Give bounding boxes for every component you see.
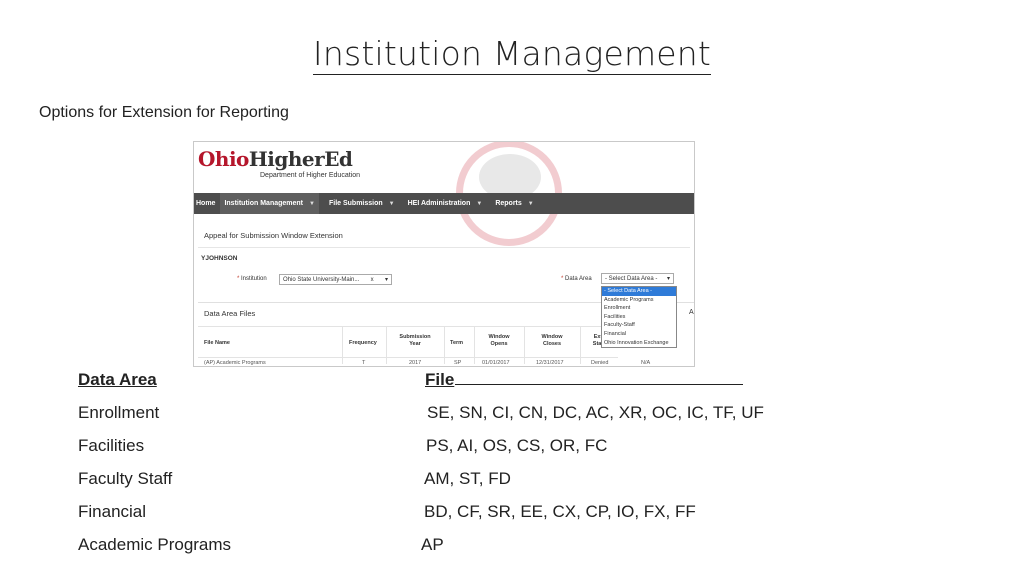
slide-subtitle: Options for Extension for Reporting	[39, 104, 289, 121]
header-file: File	[425, 370, 744, 390]
row-area: Enrollment	[78, 403, 160, 422]
column-divider	[342, 326, 343, 364]
row-area: Facilities	[78, 436, 145, 455]
dropdown-option[interactable]: Facilities	[602, 313, 676, 322]
th-window-opens[interactable]: Window Opens	[480, 334, 518, 348]
td-na: N/A	[641, 360, 651, 366]
nav-reports[interactable]: Reports ▼	[495, 200, 533, 207]
dropdown-option[interactable]: Financial	[602, 330, 676, 339]
row-files: PS, AI, OS, CS, OR, FC	[426, 436, 608, 455]
institution-select[interactable]: Ohio State University-Main... x ▾	[279, 274, 392, 285]
data-area-label: * Data Area	[561, 276, 592, 282]
header-file-rule	[455, 384, 744, 385]
files-title: Data Area Files	[204, 309, 256, 318]
td-year: 2017	[409, 360, 422, 366]
column-divider	[524, 326, 525, 364]
td-file-name: (AP) Academic Programs	[204, 360, 266, 366]
dropdown-option[interactable]: Ohio Innovation Exchange	[602, 339, 676, 348]
th-submission-year[interactable]: Submission Year	[392, 334, 438, 348]
data-area-dropdown[interactable]: - Select Data Area - Academic Programs E…	[601, 286, 677, 348]
main-nav: Home Institution Management ▼ File Submis…	[194, 193, 694, 214]
header-data-area: Data Area	[78, 370, 157, 389]
td-ext-status: Denied	[591, 360, 609, 366]
chevron-down-icon: ▼	[309, 200, 315, 207]
panel-title: Appeal for Submission Window Extension	[204, 231, 343, 240]
nav-file-submission[interactable]: File Submission ▼	[329, 200, 395, 207]
ohio-higher-ed-logo[interactable]: OhioHigherEd	[198, 147, 353, 171]
column-divider	[474, 326, 475, 364]
nav-home[interactable]: Home	[194, 200, 220, 207]
username: YJOHNSON	[201, 255, 238, 262]
row-files: BD, CF, SR, EE, CX, CP, IO, FX, FF	[424, 502, 696, 521]
td-frequency: T	[362, 360, 366, 366]
slide-title-text: Institution Management	[312, 34, 712, 75]
logo-ohio: Ohio	[198, 147, 249, 171]
institution-label: * Institution	[237, 276, 267, 282]
chevron-down-icon: ▼	[388, 200, 395, 207]
dropdown-option[interactable]: - Select Data Area -	[602, 287, 676, 296]
nav-institution-management[interactable]: Institution Management ▼	[220, 193, 319, 214]
dropdown-option[interactable]: Faculty-Staff	[602, 321, 676, 330]
logo-subtitle: Department of Higher Education	[260, 172, 360, 179]
embedded-screenshot: OhioHigherEd Department of Higher Educat…	[193, 141, 695, 367]
data-area-select[interactable]: - Select Data Area - ▾	[601, 273, 674, 284]
column-divider	[444, 326, 445, 364]
row-files: AP	[421, 535, 444, 554]
column-divider	[386, 326, 387, 364]
chevron-down-icon: ▼	[527, 200, 534, 207]
row-area: Faculty Staff	[78, 469, 173, 488]
td-term: SP	[454, 360, 462, 366]
td-window-closes: 12/31/2017	[536, 360, 564, 366]
nav-hei-administration[interactable]: HEI Administration ▼	[408, 200, 483, 207]
dropdown-option[interactable]: Academic Programs	[602, 296, 676, 305]
row-area: Financial	[78, 502, 147, 521]
th-frequency[interactable]: Frequency	[349, 340, 377, 347]
chevron-down-icon: ▼	[476, 200, 483, 207]
th-term[interactable]: Term	[450, 340, 463, 347]
th-window-closes[interactable]: Window Closes	[532, 334, 572, 348]
side-letter: A	[689, 309, 694, 316]
logo-highered: HigherEd	[248, 147, 353, 171]
chevron-down-icon: ▾	[666, 276, 670, 282]
dropdown-option[interactable]: Enrollment	[602, 304, 676, 313]
column-divider	[580, 326, 581, 364]
chevron-down-icon: ▾	[384, 277, 388, 283]
row-area: Academic Programs	[78, 535, 232, 554]
td-window-opens: 01/01/2017	[482, 360, 510, 366]
divider	[198, 247, 690, 248]
th-file-name[interactable]: File Name	[204, 340, 230, 347]
row-files: SE, SN, CI, CN, DC, AC, XR, OC, IC, TF, …	[427, 403, 764, 422]
brand-header: OhioHigherEd Department of Higher Educat…	[194, 142, 694, 246]
slide-title: Institution Management	[0, 34, 1024, 75]
clear-icon[interactable]: x	[371, 277, 374, 283]
row-files: AM, ST, FD	[424, 469, 511, 488]
